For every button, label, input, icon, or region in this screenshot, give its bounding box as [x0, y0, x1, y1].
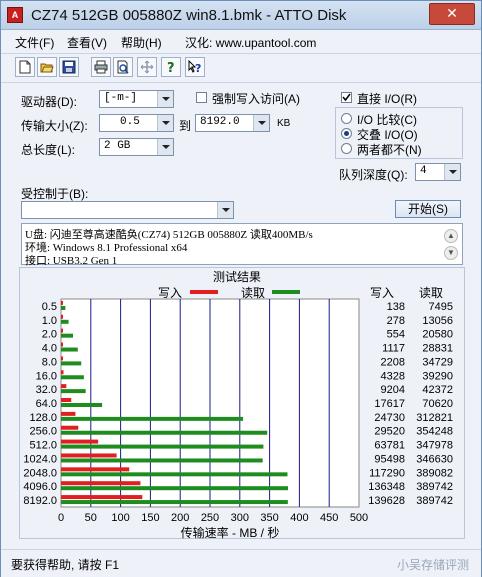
- read-value-label: 7495: [429, 301, 453, 313]
- x-tick-label: 200: [171, 512, 189, 524]
- x-tick-label: 100: [111, 512, 129, 524]
- x-tick-label: 350: [260, 512, 278, 524]
- read-bar: [61, 347, 78, 352]
- status-help-text: 要获得帮助, 请按 F1: [11, 558, 120, 572]
- read-value-label: 389082: [416, 467, 453, 479]
- read-value-label: 70620: [422, 398, 453, 410]
- x-tick-label: 500: [350, 512, 368, 524]
- read-value-label: 39290: [422, 370, 453, 382]
- write-bar: [61, 425, 79, 430]
- write-value-label: 24730: [374, 412, 405, 424]
- write-value-label: 136348: [368, 481, 405, 493]
- category-label: 2.0: [42, 329, 57, 341]
- read-bar: [61, 486, 288, 491]
- write-bar: [61, 495, 143, 500]
- category-label: 4096.0: [23, 481, 57, 493]
- read-value-label: 346630: [416, 453, 453, 465]
- write-value-label: 117290: [369, 467, 405, 479]
- write-bar: [61, 467, 130, 472]
- read-bar: [61, 389, 86, 394]
- read-bar: [61, 458, 263, 463]
- category-label: 8.0: [42, 356, 57, 368]
- read-value-label: 312821: [416, 412, 453, 424]
- write-value-label: 95498: [374, 453, 405, 465]
- write-value-label: 63781: [374, 440, 405, 452]
- write-bar: [61, 384, 67, 389]
- read-bar: [61, 333, 73, 338]
- write-bar: [61, 453, 117, 458]
- read-bar: [61, 403, 103, 407]
- app-window: A CZ74 512GB 005880Z win8.1.bmk - ATTO D…: [0, 0, 482, 577]
- category-label: 1024.0: [23, 453, 57, 465]
- read-value-label: 28831: [422, 343, 453, 355]
- watermark-text: 小吴存储评测: [397, 558, 470, 572]
- read-bar: [61, 444, 264, 449]
- read-value-label: 347978: [416, 440, 453, 452]
- read-value-label: 13056: [422, 315, 453, 327]
- x-tick-label: 300: [231, 512, 249, 524]
- write-bar: [61, 481, 141, 486]
- read-value-label: 389742: [416, 481, 453, 493]
- category-label: 8192.0: [23, 495, 57, 507]
- read-bar: [61, 500, 288, 505]
- write-bar: [61, 342, 63, 347]
- write-value-label: 139628: [368, 495, 405, 507]
- write-bar: [61, 356, 63, 361]
- write-value-label: 17617: [374, 398, 405, 410]
- write-value-label: 2208: [381, 356, 405, 368]
- write-bar: [61, 398, 72, 402]
- x-tick-label: 250: [201, 512, 219, 524]
- x-axis-label: 传输速率 - MB / 秒: [181, 525, 280, 540]
- write-value-label: 1117: [382, 343, 405, 355]
- x-tick-label: 50: [85, 512, 97, 524]
- read-value-label: 354248: [416, 426, 453, 438]
- read-bar: [61, 361, 82, 366]
- write-value-label: 554: [387, 329, 405, 341]
- read-value-label: 34729: [422, 356, 453, 368]
- write-value-label: 29520: [374, 426, 405, 438]
- status-bar: 要获得帮助, 请按 F1 小吴存储评测: [1, 549, 481, 577]
- write-bar: [61, 300, 63, 305]
- read-value-label: 42372: [422, 384, 453, 396]
- write-bar: [61, 328, 63, 333]
- read-bar: [61, 430, 268, 435]
- x-tick-label: 0: [58, 512, 64, 524]
- category-label: 32.0: [36, 384, 57, 396]
- category-label: 512.0: [29, 440, 57, 452]
- x-tick-label: 450: [320, 512, 338, 524]
- write-value-label: 9204: [381, 384, 405, 396]
- write-value-label: 4328: [381, 370, 405, 382]
- category-label: 2048.0: [23, 467, 57, 479]
- x-tick-label: 400: [290, 512, 308, 524]
- category-label: 1.0: [42, 315, 57, 327]
- category-label: 4.0: [42, 343, 57, 355]
- category-label: 128.0: [29, 412, 57, 424]
- category-label: 16.0: [36, 370, 57, 382]
- category-label: 0.5: [42, 301, 57, 313]
- write-value-label: 138: [387, 301, 405, 313]
- read-bar: [61, 305, 66, 310]
- write-bar: [61, 370, 64, 375]
- read-bar: [61, 416, 244, 421]
- write-bar: [61, 314, 63, 319]
- read-bar: [61, 472, 288, 477]
- read-value-label: 20580: [422, 329, 453, 341]
- write-bar: [61, 411, 76, 416]
- x-tick-label: 150: [141, 512, 159, 524]
- write-value-label: 278: [387, 315, 405, 327]
- write-bar: [61, 439, 99, 444]
- category-label: 64.0: [36, 398, 57, 410]
- read-value-label: 389742: [416, 495, 453, 507]
- category-label: 256.0: [29, 426, 57, 438]
- results-chart: 0 50 100 150 200 250 300 350 400 450 500 传输速率 - MB …: [23, 298, 453, 540]
- read-bar: [61, 319, 69, 324]
- read-bar: [61, 375, 84, 380]
